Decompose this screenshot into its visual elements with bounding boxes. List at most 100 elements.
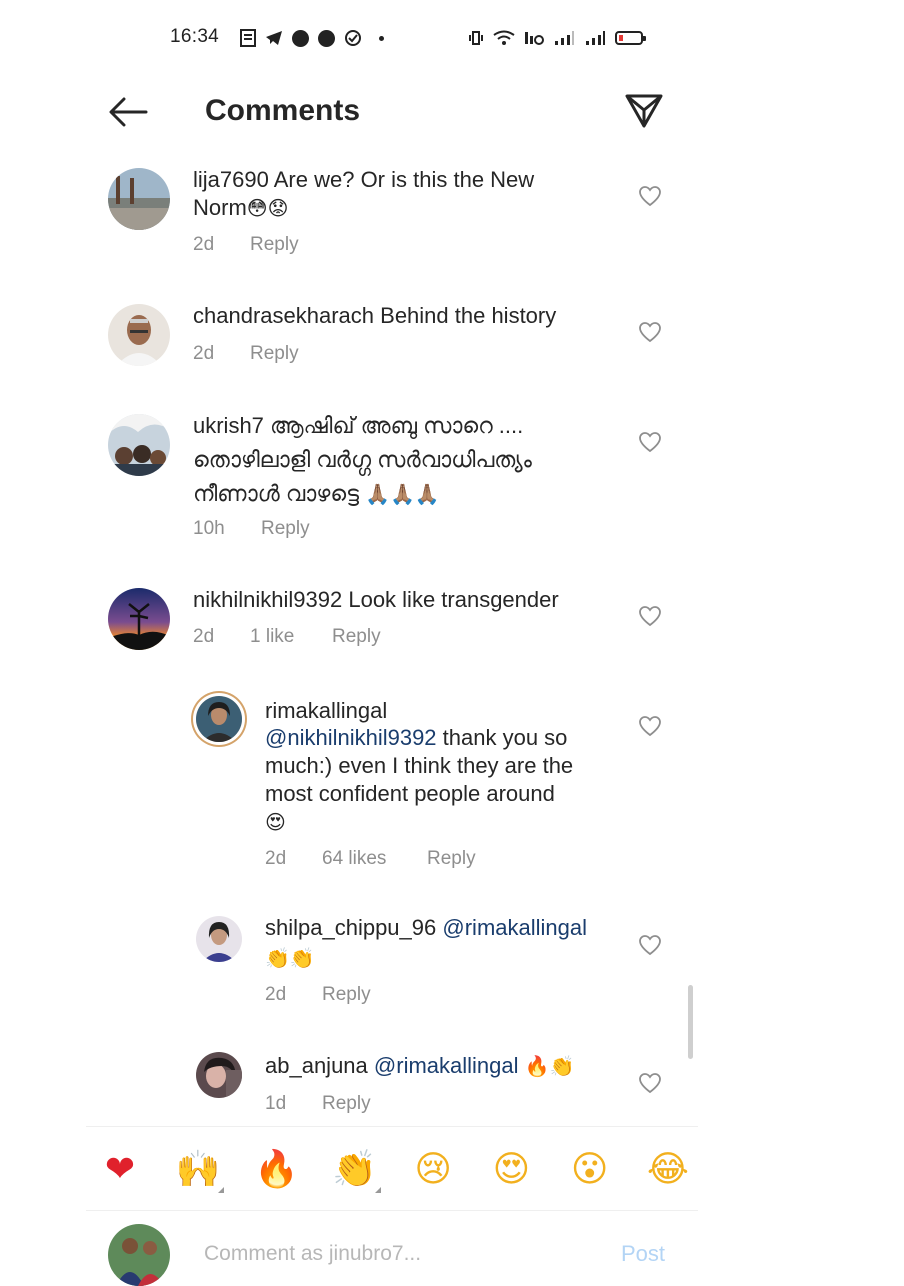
reply-body: thank you so: [442, 725, 568, 750]
avatar-image: [196, 696, 242, 742]
heart-icon[interactable]: [638, 185, 662, 207]
reply-button[interactable]: Reply: [250, 234, 299, 256]
heart-icon[interactable]: [638, 715, 662, 737]
reaction-crying-button[interactable]: 😢: [407, 1143, 459, 1195]
avatar[interactable]: [108, 588, 170, 650]
mention-link[interactable]: @rimakallingal: [374, 1053, 519, 1078]
reply-username[interactable]: shilpa_chippu_96: [265, 915, 436, 940]
raised-hands-icon: 🙌: [175, 1149, 221, 1190]
comment-username[interactable]: nikhilnikhil9392: [193, 587, 342, 612]
reply-text-continued: 👏👏: [265, 944, 315, 972]
reply-text-continued: most confident people around: [265, 780, 555, 808]
comment-username[interactable]: ukrish7: [193, 413, 264, 438]
reply-time: 1d: [265, 1093, 287, 1114]
reply-button[interactable]: Reply: [322, 984, 371, 1006]
avatar[interactable]: [108, 414, 170, 476]
avatar[interactable]: [196, 696, 242, 742]
reaction-surprised-button[interactable]: 😮: [564, 1143, 616, 1195]
reply-body: most confident people around: [265, 781, 555, 806]
reply-likes[interactable]: 64 likes: [322, 848, 427, 870]
skin-tone-indicator: [374, 1187, 381, 1193]
comment-meta: 2d 1 like Reply: [193, 626, 381, 648]
reply-text: ab_anjuna @rimakallingal 🔥👏: [265, 1052, 574, 1080]
comment-text-continued: Norm😳😟: [193, 194, 288, 222]
avatar-image: [196, 1052, 242, 1098]
reaction-heart-eyes-button[interactable]: 😍: [485, 1143, 537, 1195]
comment-meta: 10h Reply: [193, 518, 310, 540]
reply-emojis: 👏👏: [265, 946, 315, 970]
comment-input[interactable]: [204, 1239, 604, 1269]
avatar-image: [108, 304, 170, 366]
reaction-heart-button[interactable]: ❤: [94, 1143, 146, 1195]
share-button[interactable]: [622, 88, 666, 132]
status-system-icons: [468, 27, 646, 49]
comment-text-continued: നീണാൾ വാഴട്ടെ 🙏🏽🙏🏽🙏🏽: [193, 480, 440, 508]
arrow-left-icon: [109, 97, 148, 127]
reaction-clap-button[interactable]: 👏: [329, 1143, 381, 1195]
reply-button[interactable]: Reply: [332, 626, 381, 648]
comment-username[interactable]: chandrasekharach: [193, 303, 374, 328]
reply-username[interactable]: rimakallingal: [265, 698, 387, 723]
comment-meta: 2d Reply: [193, 234, 299, 256]
comment-time: 2d: [193, 343, 215, 364]
avatar-image: [108, 168, 170, 230]
avatar[interactable]: [196, 916, 242, 962]
comment-username[interactable]: lija7690: [193, 167, 269, 192]
reaction-fire-button[interactable]: 🔥: [251, 1143, 303, 1195]
comment-text: lija7690 Are we? Or is this the New: [193, 166, 534, 194]
scrollbar-thumb[interactable]: [688, 985, 693, 1059]
mention-link[interactable]: @nikhilnikhil9392: [265, 725, 437, 750]
comment-text: chandrasekharach Behind the history: [193, 302, 556, 330]
battery-icon: [615, 31, 646, 45]
divider: [86, 1126, 698, 1127]
signal-1-icon: [555, 31, 574, 45]
reply-text: rimakallingal: [265, 697, 387, 725]
heart-icon[interactable]: [638, 321, 662, 343]
heart-icon[interactable]: [638, 605, 662, 627]
mention-link[interactable]: @rimakallingal: [442, 915, 587, 940]
avatar[interactable]: [108, 304, 170, 366]
divider: [86, 1210, 698, 1211]
reply-username[interactable]: ab_anjuna: [265, 1053, 368, 1078]
page-title: Comments: [205, 94, 361, 127]
comment-time: 2d: [193, 234, 215, 255]
comment-body: തൊഴിലാളി വർഗ്ഗ സർവാധിപത്യം: [193, 447, 532, 472]
shield-icon: [345, 30, 361, 46]
reply-emojis: 😍: [265, 810, 286, 834]
heart-icon[interactable]: [638, 1072, 662, 1094]
reply-button[interactable]: Reply: [261, 518, 310, 540]
vibrate-icon: [469, 31, 483, 45]
reply-meta: 2d Reply: [265, 984, 371, 1006]
post-button[interactable]: Post: [621, 1241, 665, 1267]
comment-time: 2d: [193, 626, 215, 647]
reply-meta: 1d Reply: [265, 1093, 371, 1115]
wifi-icon: [493, 30, 515, 45]
reaction-laughing-button[interactable]: 😂: [642, 1143, 694, 1195]
comment-text-continued: തൊഴിലാളി വർഗ്ഗ സർവാധിപത്യം: [193, 446, 532, 474]
reply-button[interactable]: Reply: [322, 1093, 371, 1115]
reply-text-continued: much:) even I think they are the: [265, 752, 573, 780]
reaction-raised-hands-button[interactable]: 🙌: [172, 1143, 225, 1195]
avatar[interactable]: [196, 1052, 242, 1098]
reply-button[interactable]: Reply: [250, 343, 299, 365]
volte-icon: [525, 32, 544, 45]
reply-time: 2d: [265, 848, 287, 869]
reply-button[interactable]: Reply: [427, 848, 476, 870]
comment-meta: 2d Reply: [193, 343, 299, 365]
avatar-image: [108, 414, 170, 476]
comment-body: Norm: [193, 195, 247, 220]
comment-text: nikhilnikhil9392 Look like transgender: [193, 586, 559, 614]
back-button[interactable]: [106, 92, 150, 132]
reply-time: 2d: [265, 984, 287, 1005]
avatar[interactable]: [108, 168, 170, 230]
heart-icon[interactable]: [638, 934, 662, 956]
reply-emojis: 🔥👏: [524, 1054, 575, 1078]
reply-text-continued: 😍: [265, 808, 286, 836]
gallery-icon: [240, 29, 256, 47]
comment-emojis: 🙏🏽🙏🏽🙏🏽: [365, 482, 440, 506]
comment-body: Are we? Or is this the New: [273, 167, 535, 192]
comment-likes[interactable]: 1 like: [250, 626, 332, 648]
heart-icon[interactable]: [638, 431, 662, 453]
status-time: 16:34: [170, 26, 220, 47]
skin-tone-indicator: [218, 1187, 225, 1193]
